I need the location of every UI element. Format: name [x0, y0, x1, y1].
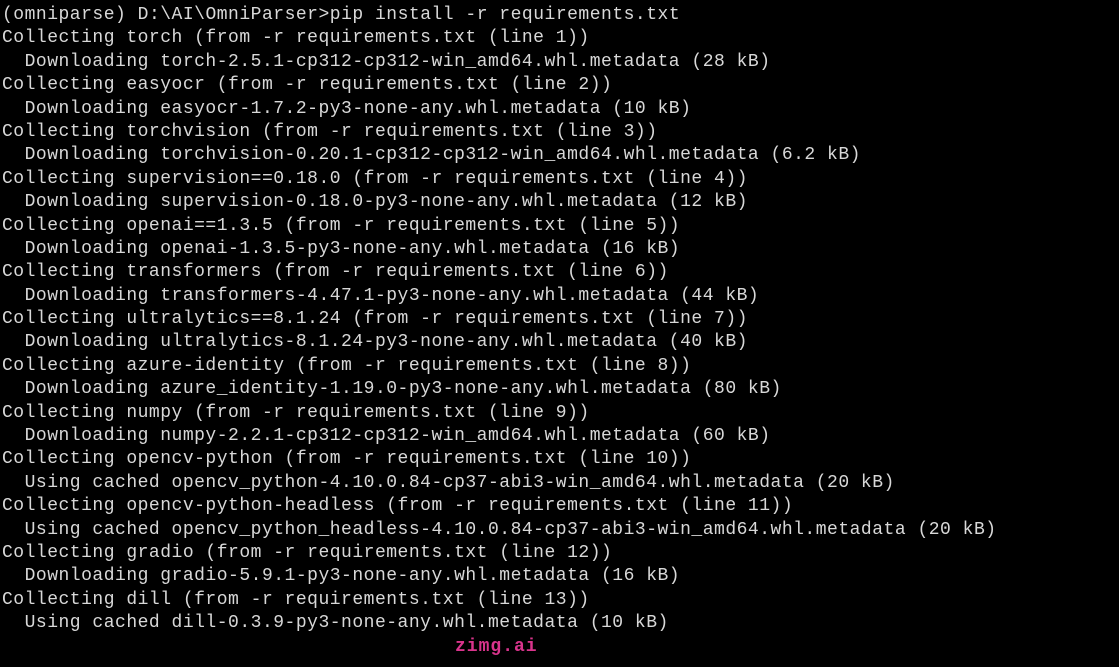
- terminal-line: Collecting gradio (from -r requirements.…: [2, 542, 1117, 565]
- terminal-line: Collecting easyocr (from -r requirements…: [2, 74, 1117, 97]
- terminal-line: Collecting opencv-python-headless (from …: [2, 495, 1117, 518]
- terminal-line: Downloading torch-2.5.1-cp312-cp312-win_…: [2, 51, 1117, 74]
- terminal-line: Downloading torchvision-0.20.1-cp312-cp3…: [2, 144, 1117, 167]
- terminal-line: Collecting azure-identity (from -r requi…: [2, 355, 1117, 378]
- terminal-line: Collecting openai==1.3.5 (from -r requir…: [2, 215, 1117, 238]
- terminal-line: Collecting torch (from -r requirements.t…: [2, 27, 1117, 50]
- terminal-line: Using cached opencv_python_headless-4.10…: [2, 519, 1117, 542]
- terminal-line: Downloading transformers-4.47.1-py3-none…: [2, 285, 1117, 308]
- command-text: pip install -r requirements.txt: [330, 5, 680, 25]
- terminal-line: Using cached dill-0.3.9-py3-none-any.whl…: [2, 612, 1117, 635]
- terminal-output[interactable]: (omniparse) D:\AI\OmniParser>pip install…: [2, 4, 1117, 636]
- terminal-line: Downloading supervision-0.18.0-py3-none-…: [2, 191, 1117, 214]
- terminal-line: Collecting ultralytics==8.1.24 (from -r …: [2, 308, 1117, 331]
- output-lines-container: Collecting torch (from -r requirements.t…: [2, 27, 1117, 635]
- terminal-line: Collecting numpy (from -r requirements.t…: [2, 402, 1117, 425]
- conda-env: (omniparse): [2, 5, 126, 25]
- terminal-line: Collecting opencv-python (from -r requir…: [2, 448, 1117, 471]
- terminal-line: Downloading easyocr-1.7.2-py3-none-any.w…: [2, 98, 1117, 121]
- terminal-line: Collecting torchvision (from -r requirem…: [2, 121, 1117, 144]
- watermark-text: zimg.ai: [455, 636, 538, 659]
- terminal-line: Downloading openai-1.3.5-py3-none-any.wh…: [2, 238, 1117, 261]
- terminal-line: Collecting dill (from -r requirements.tx…: [2, 589, 1117, 612]
- terminal-line: Collecting supervision==0.18.0 (from -r …: [2, 168, 1117, 191]
- prompt-line: (omniparse) D:\AI\OmniParser>pip install…: [2, 4, 1117, 27]
- terminal-line: Downloading numpy-2.2.1-cp312-cp312-win_…: [2, 425, 1117, 448]
- terminal-line: Collecting transformers (from -r require…: [2, 261, 1117, 284]
- terminal-line: Downloading ultralytics-8.1.24-py3-none-…: [2, 331, 1117, 354]
- working-directory: D:\AI\OmniParser>: [138, 5, 330, 25]
- terminal-line: Downloading gradio-5.9.1-py3-none-any.wh…: [2, 565, 1117, 588]
- terminal-line: Using cached opencv_python-4.10.0.84-cp3…: [2, 472, 1117, 495]
- terminal-line: Downloading azure_identity-1.19.0-py3-no…: [2, 378, 1117, 401]
